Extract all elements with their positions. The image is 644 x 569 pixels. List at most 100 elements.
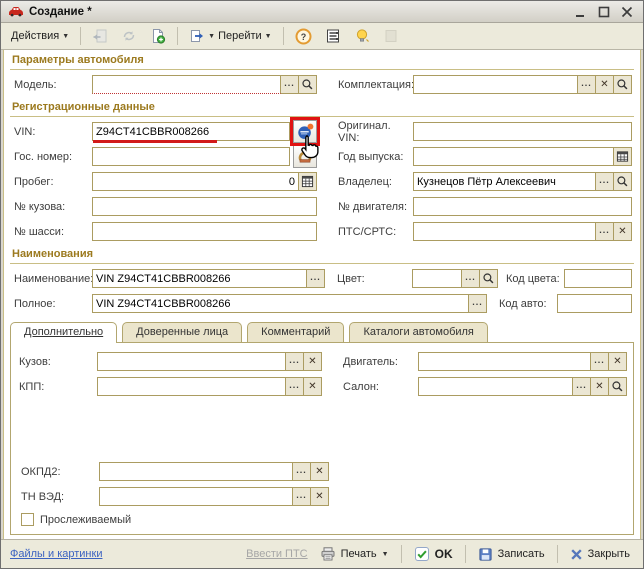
printer-icon (320, 546, 336, 562)
engine-select-button[interactable]: ... (591, 352, 609, 371)
tab-car-catalogs[interactable]: Каталоги автомобиля (349, 322, 487, 342)
engine-input[interactable] (418, 352, 591, 371)
hint-button[interactable] (349, 25, 375, 47)
full-name-label: Полное: (14, 298, 92, 310)
close-form-button[interactable]: Закрыть (566, 546, 634, 563)
pts-clear-button[interactable]: ✕ (614, 222, 632, 241)
goto-label: Перейти (218, 30, 262, 42)
print-button[interactable]: Печать ▼ (316, 544, 393, 564)
body-clear-button[interactable]: ✕ (304, 352, 322, 371)
window-title: Создание * (29, 6, 567, 18)
close-button[interactable] (618, 4, 636, 20)
magnifier-icon (616, 175, 629, 188)
owner-select-button[interactable]: ... (596, 172, 614, 191)
decode-vin-button[interactable] (293, 120, 317, 143)
year-input[interactable] (413, 147, 614, 166)
color-code-input[interactable] (564, 269, 632, 288)
configuration-select-button[interactable]: ... (578, 75, 596, 94)
pts-select-button[interactable]: ... (596, 222, 614, 241)
minimize-button[interactable] (572, 4, 590, 20)
tnved-clear-button[interactable]: ✕ (311, 487, 329, 506)
model-open-button[interactable] (299, 75, 317, 94)
engine-number-input[interactable] (413, 197, 632, 216)
color-select-button[interactable]: ... (462, 269, 480, 288)
pts-input[interactable] (413, 222, 596, 241)
body-number-input[interactable] (92, 197, 317, 216)
help-button[interactable]: ? (290, 25, 317, 48)
save-button[interactable]: Записать (474, 545, 549, 564)
structure-button[interactable] (320, 25, 346, 47)
ok-button[interactable]: OK (410, 544, 457, 564)
section-registration: Регистрационные данные (10, 100, 634, 117)
configuration-input[interactable] (413, 75, 578, 94)
color-open-button[interactable] (480, 269, 498, 288)
mileage-input[interactable] (92, 172, 299, 191)
salon-input[interactable] (418, 377, 573, 396)
tnved-input[interactable] (99, 487, 293, 506)
model-label: Модель: (14, 79, 92, 91)
section-names: Наименования (10, 247, 634, 264)
name-edit-button[interactable]: ... (307, 269, 325, 288)
full-name-edit-button[interactable]: ... (469, 294, 487, 313)
gos-number-input[interactable] (92, 147, 290, 166)
create-vehicle-window: Создание * Действия ▼ (0, 0, 644, 569)
reread-button[interactable] (87, 25, 113, 47)
enter-pts-link[interactable]: Ввести ПТС (246, 548, 307, 560)
tnved-select-button[interactable]: ... (293, 487, 311, 506)
toolbar-separator (80, 27, 81, 45)
gearbox-select-button[interactable]: ... (286, 377, 304, 396)
gearbox-clear-button[interactable]: ✕ (304, 377, 322, 396)
okpd2-input[interactable] (99, 462, 293, 481)
body-label: Кузов: (19, 356, 97, 368)
chevron-down-icon: ▼ (62, 33, 69, 40)
maximize-button[interactable] (595, 4, 613, 20)
color-input[interactable] (412, 269, 462, 288)
configuration-clear-button[interactable]: ✕ (596, 75, 614, 94)
salon-clear-button[interactable]: ✕ (591, 377, 609, 396)
model-select-button[interactable]: ... (281, 75, 299, 94)
owner-input[interactable] (413, 172, 596, 191)
vin-label: VIN: (14, 126, 92, 138)
owner-open-button[interactable] (614, 172, 632, 191)
close-label: Закрыть (588, 548, 630, 560)
gos-number-service-button[interactable] (293, 145, 317, 168)
magnifier-icon (616, 78, 629, 91)
tab-trusted-persons[interactable]: Доверенные лица (122, 322, 242, 342)
salon-select-button[interactable]: ... (573, 377, 591, 396)
body-select-button[interactable]: ... (286, 352, 304, 371)
copy-new-button[interactable] (145, 25, 171, 47)
full-name-input[interactable] (92, 294, 469, 313)
engine-number-label: № двигателя: (338, 201, 413, 213)
bottom-separator (465, 545, 466, 563)
traceable-checkbox[interactable] (21, 513, 34, 526)
vin-input[interactable] (92, 122, 290, 141)
engine-clear-button[interactable]: ✕ (609, 352, 627, 371)
gearbox-label: КПП: (19, 381, 97, 393)
actions-menu-button[interactable]: Действия ▼ (6, 27, 74, 45)
refresh-button[interactable] (116, 25, 142, 47)
salon-open-button[interactable] (609, 377, 627, 396)
calendar-icon (616, 150, 629, 163)
goto-menu-button[interactable]: ▼ Перейти ▼ (184, 25, 276, 47)
files-and-pictures-link[interactable]: Файлы и картинки (10, 548, 102, 560)
okpd2-clear-button[interactable]: ✕ (311, 462, 329, 481)
auto-code-input[interactable] (557, 294, 632, 313)
toolbar-separator (283, 27, 284, 45)
magnifier-icon (611, 380, 624, 393)
name-input[interactable] (92, 269, 307, 288)
svg-text:?: ? (300, 32, 306, 42)
titlebar: Создание * (1, 1, 643, 23)
original-vin-input[interactable] (413, 122, 632, 141)
tab-comment[interactable]: Комментарий (247, 322, 344, 342)
gearbox-input[interactable] (97, 377, 286, 396)
mileage-calculator-button[interactable] (299, 172, 317, 191)
bottom-bar: Файлы и картинки Ввести ПТС Печать ▼ (1, 539, 643, 568)
disabled-tool-button[interactable] (378, 25, 404, 47)
body-input[interactable] (97, 352, 286, 371)
okpd2-select-button[interactable]: ... (293, 462, 311, 481)
configuration-open-button[interactable] (614, 75, 632, 94)
tab-additional[interactable]: Дополнительно (10, 322, 117, 343)
year-calendar-button[interactable] (614, 147, 632, 166)
chassis-number-input[interactable] (92, 222, 317, 241)
model-input[interactable] (92, 75, 281, 94)
